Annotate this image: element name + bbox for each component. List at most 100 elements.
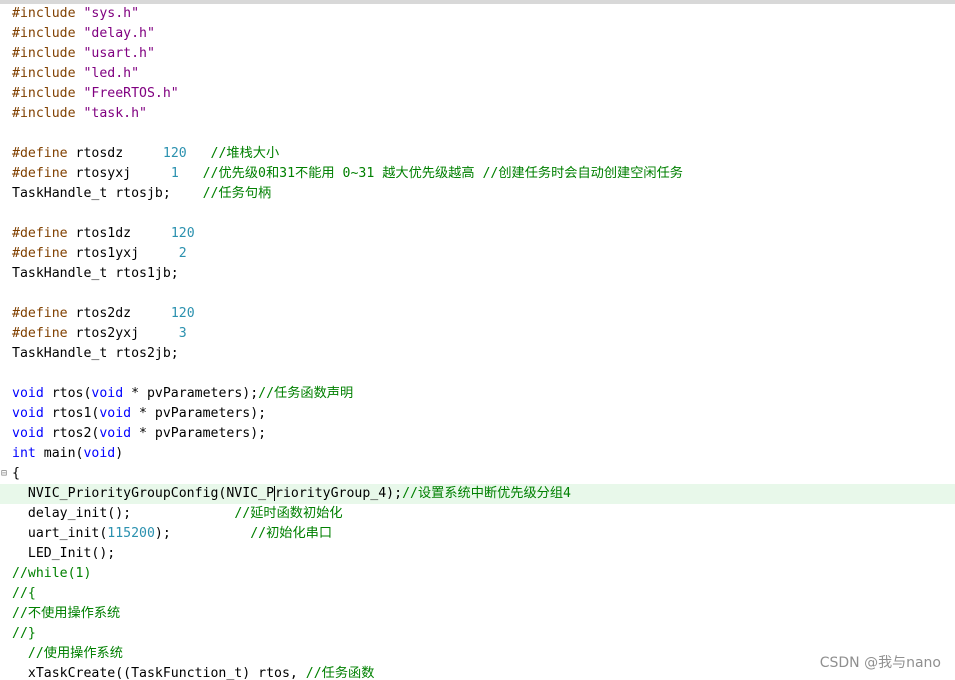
code-line[interactable]: //{	[0, 584, 955, 604]
keyword-token: void	[12, 386, 44, 401]
code-line[interactable]: #define rtos1yxj 2	[0, 244, 955, 264]
code-line[interactable]: int main(void)	[0, 444, 955, 464]
code-token: * pvParameters);	[131, 426, 267, 441]
code-line[interactable]: void rtos2(void * pvParameters);	[0, 424, 955, 444]
code-token: * pvParameters);	[131, 406, 267, 421]
keyword-token: void	[99, 406, 132, 421]
preprocessor-token: #include	[12, 6, 84, 21]
comment-token: //不使用操作系统	[12, 606, 121, 621]
keyword-token: int	[12, 446, 36, 461]
string-token: "task.h"	[83, 106, 147, 121]
code-line[interactable]: TaskHandle_t rtos2jb;	[0, 344, 955, 364]
code-line[interactable]	[0, 204, 955, 224]
code-line[interactable]: LED_Init();	[0, 544, 955, 564]
code-line[interactable]: void rtos(void * pvParameters);//任务函数声明	[0, 384, 955, 404]
string-token: "FreeRTOS.h"	[83, 86, 179, 101]
code-line[interactable]: xTaskCreate((TaskFunction_t) rtos, //任务函…	[0, 664, 955, 680]
number-token: 3	[178, 326, 187, 341]
code-token: rtos2(	[43, 426, 100, 441]
code-line[interactable]: #define rtos1dz 120	[0, 224, 955, 244]
comment-token: //while(1)	[12, 566, 92, 581]
number-token: 120	[170, 226, 195, 241]
number-token: 120	[162, 146, 187, 161]
code-token: rtosyxj	[75, 166, 171, 181]
code-line[interactable]: //}	[0, 624, 955, 644]
watermark: CSDN @我与nano	[819, 655, 941, 671]
code-line[interactable]: #define rtosdz 120 //堆栈大小	[0, 144, 955, 164]
code-line[interactable]: #include "usart.h"	[0, 44, 955, 64]
code-line[interactable]: #include "sys.h"	[0, 4, 955, 24]
code-token: rtos1yxj	[75, 246, 179, 261]
comment-token: //使用操作系统	[27, 646, 123, 661]
code-line[interactable]: //不使用操作系统	[0, 604, 955, 624]
code-line[interactable]: #define rtos2yxj 3	[0, 324, 955, 344]
code-line[interactable]: //使用操作系统	[0, 644, 955, 664]
string-token: "led.h"	[83, 66, 140, 81]
comment-token: //初始化串口	[250, 526, 333, 541]
code-token: )	[115, 446, 124, 461]
number-token: 2	[178, 246, 187, 261]
preprocessor-token: #define	[12, 166, 76, 181]
preprocessor-token: #define	[12, 226, 76, 241]
code-token: xTaskCreate((TaskFunction_t) rtos,	[12, 666, 306, 680]
preprocessor-token: #include	[12, 26, 84, 41]
code-token: riorityGroup_4);	[275, 486, 403, 501]
code-token: NVIC_PriorityGroupConfig(NVIC_P	[12, 486, 275, 501]
comment-token: //设置系统中断优先级分组4	[402, 486, 571, 501]
string-token: "sys.h"	[83, 6, 140, 21]
code-line[interactable]: uart_init(115200); //初始化串口	[0, 524, 955, 544]
fold-toggle-icon[interactable]: ⊟	[1, 468, 10, 480]
code-token: rtos1(	[43, 406, 100, 421]
code-token: rtos2yxj	[75, 326, 179, 341]
preprocessor-token: #define	[12, 146, 76, 161]
comment-token: //{	[12, 586, 36, 601]
number-token: 1	[170, 166, 179, 181]
code-line[interactable]	[0, 364, 955, 384]
code-line[interactable]: #include "FreeRTOS.h"	[0, 84, 955, 104]
comment-token: //任务函数声明	[258, 386, 354, 401]
code-line[interactable]: void rtos1(void * pvParameters);	[0, 404, 955, 424]
comment-token: //优先级0和31不能用 0~31 越大优先级越高 //创建任务时会自动创建空闲…	[202, 166, 683, 181]
code-area[interactable]: #include "sys.h" #include "delay.h" #inclu…	[0, 4, 955, 680]
code-token: * pvParameters);	[123, 386, 259, 401]
code-line[interactable]: #define rtos2dz 120	[0, 304, 955, 324]
code-token: TaskHandle_t rtos1jb;	[12, 266, 179, 281]
keyword-token: void	[91, 386, 124, 401]
code-line[interactable]: #define rtosyxj 1 //优先级0和31不能用 0~31 越大优先…	[0, 164, 955, 184]
number-token: 115200	[107, 526, 155, 541]
code-line[interactable]: #include "delay.h"	[0, 24, 955, 44]
keyword-token: void	[99, 426, 132, 441]
current-code-line[interactable]: NVIC_PriorityGroupConfig(NVIC_PriorityGr…	[0, 484, 955, 504]
keyword-token: void	[12, 406, 44, 421]
code-token: LED_Init();	[12, 546, 116, 561]
preprocessor-token: #define	[12, 326, 76, 341]
code-token: TaskHandle_t rtosjb;	[12, 186, 203, 201]
comment-token: //任务函数	[305, 666, 375, 680]
code-token: rtos2dz	[75, 306, 171, 321]
comment-token: //}	[12, 626, 36, 641]
code-line[interactable]: TaskHandle_t rtosjb; //任务句柄	[0, 184, 955, 204]
comment-token: //延时函数初始化	[234, 506, 343, 521]
code-line[interactable]: #include "task.h"	[0, 104, 955, 124]
code-line[interactable]	[0, 284, 955, 304]
code-line[interactable]: delay_init(); //延时函数初始化	[0, 504, 955, 524]
code-token: main(	[35, 446, 84, 461]
code-editor[interactable]: #include "sys.h" #include "delay.h" #inclu…	[0, 4, 955, 680]
number-token: 120	[170, 306, 195, 321]
code-line[interactable]: ⊟{	[0, 464, 955, 484]
keyword-token: void	[83, 446, 116, 461]
code-line[interactable]: TaskHandle_t rtos1jb;	[0, 264, 955, 284]
code-token: );	[154, 526, 251, 541]
code-line[interactable]	[0, 124, 955, 144]
comment-token: //任务句柄	[202, 186, 272, 201]
code-line[interactable]: //while(1)	[0, 564, 955, 584]
code-line[interactable]: #include "led.h"	[0, 64, 955, 84]
string-token: "delay.h"	[83, 26, 155, 41]
code-token: rtos1dz	[75, 226, 171, 241]
code-token: uart_init(	[12, 526, 108, 541]
preprocessor-token: #include	[12, 46, 84, 61]
preprocessor-token: #define	[12, 306, 76, 321]
